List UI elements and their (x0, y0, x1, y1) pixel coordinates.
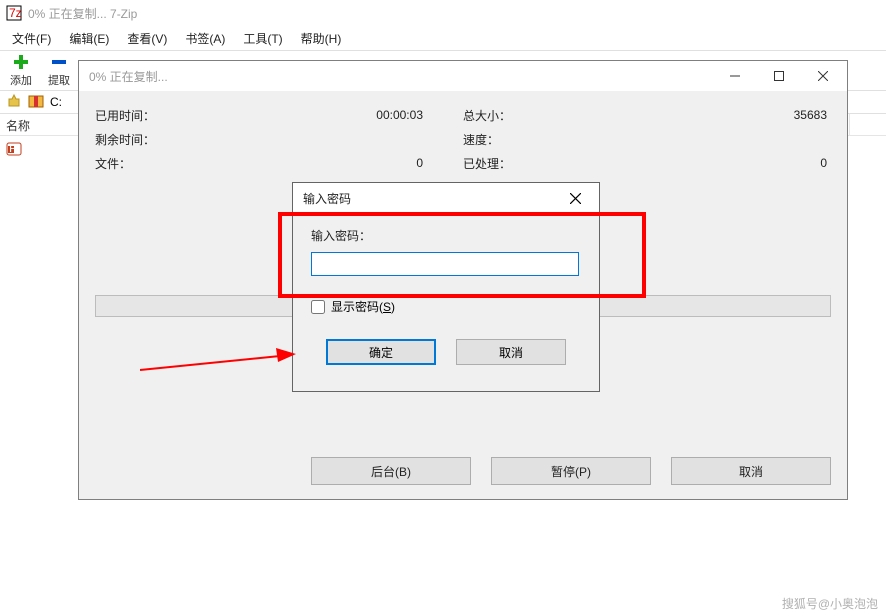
menu-bookmark[interactable]: 书签(A) (177, 28, 233, 49)
show-password-label[interactable]: 显示密码(S) (331, 298, 395, 315)
watermark: 搜狐号@小奥泡泡 (782, 595, 878, 612)
total-value: 35683 (553, 108, 831, 122)
menu-tools[interactable]: 工具(T) (235, 28, 290, 49)
total-label: 总大小： (463, 107, 553, 124)
minimize-button[interactable] (713, 62, 757, 90)
app-icon: 7z (6, 5, 22, 21)
processed-label: 已处理： (463, 155, 553, 172)
password-input[interactable] (311, 252, 579, 276)
remaining-label: 剩余时间： (95, 131, 185, 148)
pwd-label: 输入密码： (311, 227, 581, 244)
add-button[interactable]: 添加 (4, 53, 38, 88)
pwd-title: 输入密码 (303, 190, 553, 207)
minus-icon (51, 53, 67, 71)
archive-icon (28, 93, 44, 112)
processed-value: 0 (553, 156, 831, 170)
cancel-button[interactable]: 取消 (671, 457, 831, 485)
location-text: C: (50, 95, 62, 109)
speed-label: 速度： (463, 131, 553, 148)
menubar: 文件(F) 编辑(E) 查看(V) 书签(A) 工具(T) 帮助(H) (0, 26, 886, 50)
menu-file[interactable]: 文件(F) (4, 28, 59, 49)
main-titlebar: 7z 0% 正在复制... 7-Zip (0, 0, 886, 26)
elapsed-label: 已用时间： (95, 107, 185, 124)
show-password-checkbox[interactable] (311, 300, 325, 314)
pwd-titlebar[interactable]: 输入密码 (293, 183, 599, 213)
close-button[interactable] (801, 62, 845, 90)
ok-button[interactable]: 确定 (326, 339, 436, 365)
pwd-close-button[interactable] (553, 184, 597, 212)
add-label: 添加 (10, 72, 32, 88)
svg-text:P: P (9, 141, 17, 155)
pwd-cancel-button[interactable]: 取消 (456, 339, 566, 365)
files-label: 文件： (95, 155, 185, 172)
maximize-button[interactable] (757, 62, 801, 90)
progress-titlebar[interactable]: 0% 正在复制... (79, 61, 847, 91)
menu-view[interactable]: 查看(V) (119, 28, 175, 49)
elapsed-value: 00:00:03 (185, 108, 463, 122)
extract-button[interactable]: 提取 (42, 53, 76, 88)
progress-title: 0% 正在复制... (89, 68, 713, 85)
up-icon[interactable] (6, 93, 22, 112)
main-title: 0% 正在复制... 7-Zip (28, 5, 137, 22)
menu-help[interactable]: 帮助(H) (293, 28, 350, 49)
menu-edit[interactable]: 编辑(E) (61, 28, 117, 49)
password-dialog: 输入密码 输入密码： 显示密码(S) 确定 取消 (292, 182, 600, 392)
svg-text:7z: 7z (9, 6, 22, 20)
files-value: 0 (185, 156, 463, 170)
pause-button[interactable]: 暂停(P) (491, 457, 651, 485)
extract-label: 提取 (48, 72, 70, 88)
ppt-icon: P (6, 141, 22, 160)
plus-icon (13, 53, 29, 71)
background-button[interactable]: 后台(B) (311, 457, 471, 485)
